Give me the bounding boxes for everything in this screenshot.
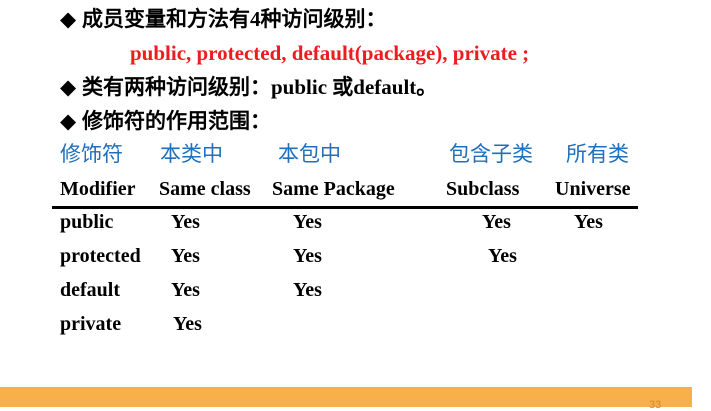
slide: ◆ 成员变量和方法有4种访问级别： public, protected, defa…	[0, 0, 711, 411]
cell-protected-subclass: Yes	[488, 245, 517, 267]
en-header-universe: Universe	[555, 178, 631, 200]
cell-public-same-class: Yes	[171, 211, 200, 233]
cell-public-subclass: Yes	[482, 211, 511, 233]
page-number: 33	[649, 399, 662, 411]
cell-private-same-class: Yes	[173, 313, 202, 335]
bullet-text: 修饰符的作用范围：	[82, 109, 271, 133]
en-header-same-package: Same Package	[272, 178, 395, 200]
cell-protected-same-package: Yes	[293, 245, 322, 267]
cn-header-same-class: 本类中	[160, 142, 223, 166]
cell-default-same-package: Yes	[293, 279, 322, 301]
footer-bar	[0, 387, 692, 407]
en-header-subclass: Subclass	[446, 178, 520, 200]
cn-header-modifier: 修饰符	[60, 142, 123, 166]
diamond-bullet-icon: ◆	[60, 109, 77, 133]
table-header-divider	[52, 206, 638, 209]
bullet-line-scope: ◆ 修饰符的作用范围：	[60, 108, 271, 134]
access-modifiers-list: public, protected, default(package), pri…	[130, 41, 530, 65]
en-header-modifier: Modifier	[60, 178, 136, 200]
cell-protected-same-class: Yes	[171, 245, 200, 267]
row-modifier-public: public	[60, 211, 114, 233]
diamond-bullet-icon: ◆	[60, 7, 77, 31]
bullet-line-class-access: ◆ 类有两种访问级别：public 或default。	[60, 74, 437, 100]
cell-public-universe: Yes	[574, 211, 603, 233]
row-modifier-default: default	[60, 279, 120, 301]
cn-header-subclass: 包含子类	[449, 142, 533, 166]
bullet-text: 类有两种访问级别：public 或default。	[82, 75, 438, 99]
row-modifier-private: private	[60, 313, 122, 335]
cn-header-universe: 所有类	[566, 142, 629, 166]
cell-public-same-package: Yes	[293, 211, 322, 233]
cn-header-same-package: 本包中	[278, 142, 341, 166]
bullet-line-levels: ◆ 成员变量和方法有4种访问级别：	[60, 6, 387, 32]
en-header-same-class: Same class	[159, 178, 251, 200]
row-modifier-protected: protected	[60, 245, 141, 267]
cell-default-same-class: Yes	[171, 279, 200, 301]
bullet-text: 成员变量和方法有4种访问级别：	[82, 7, 387, 31]
diamond-bullet-icon: ◆	[60, 75, 77, 99]
